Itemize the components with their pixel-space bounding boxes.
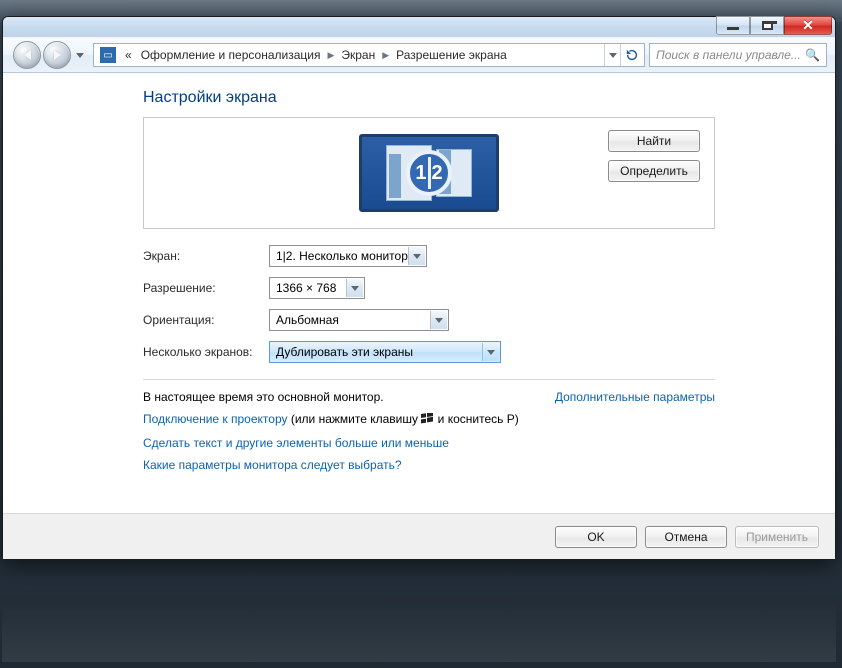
button-bar: OK Отмена Применить [3,513,835,559]
windows-key-icon [421,413,434,428]
nav-back-button[interactable] [13,41,41,69]
monitor-preview[interactable]: 1 2 [359,134,499,212]
breadcrumb-item[interactable]: Экран [337,48,379,62]
display-settings-window: ✕ ▭ « Оформление и персонализация ▶ Экра… [2,16,836,560]
chevron-down-icon [413,254,421,259]
orientation-label: Ориентация: [143,313,263,327]
monitor-preview-box: 1 2 Найти Определить [143,117,715,229]
chevron-down-icon [435,318,443,323]
text-size-link[interactable]: Сделать текст и другие элементы больше и… [143,436,449,450]
primary-monitor-status: В настоящее время это основной монитор. [143,390,384,404]
screen-value: 1|2. Несколько мониторов [276,249,421,263]
search-placeholder: Поиск в панели управле... [656,48,801,62]
separator [143,379,715,380]
refresh-button[interactable] [620,44,642,66]
close-button[interactable]: ✕ [784,16,832,35]
breadcrumb-back[interactable]: « [120,48,137,62]
chevron-right-icon: ▶ [324,50,337,61]
advanced-settings-link[interactable]: Дополнительные параметры [555,390,715,404]
identify-button[interactable]: Определить [608,160,700,182]
refresh-icon [625,48,639,62]
nav-forward-button[interactable] [43,41,71,69]
orientation-select[interactable]: Альбомная [269,309,449,331]
detect-button[interactable]: Найти [608,130,700,152]
minimize-button[interactable] [716,16,750,35]
resolution-label: Разрешение: [143,281,263,295]
screen-label: Экран: [143,249,263,263]
ok-button[interactable]: OK [555,526,637,548]
titlebar[interactable]: ✕ [3,17,835,37]
multi-screens-value: Дублировать эти экраны [276,345,413,359]
control-panel-icon: ▭ [100,47,116,63]
maximize-button[interactable] [750,16,784,35]
which-params-link[interactable]: Какие параметры монитора следует выбрать… [143,458,402,472]
screen-select[interactable]: 1|2. Несколько мониторов [269,245,427,267]
projector-text-2: и коснитесь P) [434,412,518,426]
chevron-down-icon [609,53,617,58]
display-number-2: 2 [432,162,443,185]
chevron-down-icon [351,286,359,291]
multi-screens-select[interactable]: Дублировать эти экраны [269,341,501,363]
search-icon: 🔍 [805,48,820,62]
chevron-right-icon: ▶ [379,50,392,61]
content-area: Настройки экрана 1 2 Найти Определить [3,73,835,559]
cancel-button[interactable]: Отмена [645,526,727,548]
breadcrumb-dropdown[interactable] [604,44,620,66]
monitors-merged-badge: 1 2 [406,150,452,196]
breadcrumb[interactable]: ▭ « Оформление и персонализация ▶ Экран … [93,43,645,67]
search-input[interactable]: Поиск в панели управле... 🔍 [649,43,827,67]
breadcrumb-item[interactable]: Разрешение экрана [392,48,511,62]
toolbar: ▭ « Оформление и персонализация ▶ Экран … [3,37,835,73]
projector-text-1: (или нажмите клавишу [288,412,422,426]
multi-screens-label: Несколько экранов: [143,345,263,359]
page-title: Настройки экрана [143,89,715,107]
display-number-1: 1 [415,162,426,185]
chevron-down-icon [487,350,495,355]
apply-button[interactable]: Применить [735,526,819,548]
resolution-value: 1366 × 768 [276,281,336,295]
resolution-select[interactable]: 1366 × 768 [269,277,365,299]
nav-history-dropdown[interactable] [73,45,87,65]
projector-link[interactable]: Подключение к проектору [143,412,288,426]
breadcrumb-item[interactable]: Оформление и персонализация [137,48,325,62]
chevron-down-icon [76,53,84,58]
orientation-value: Альбомная [276,313,339,327]
window-reflection [2,562,836,662]
